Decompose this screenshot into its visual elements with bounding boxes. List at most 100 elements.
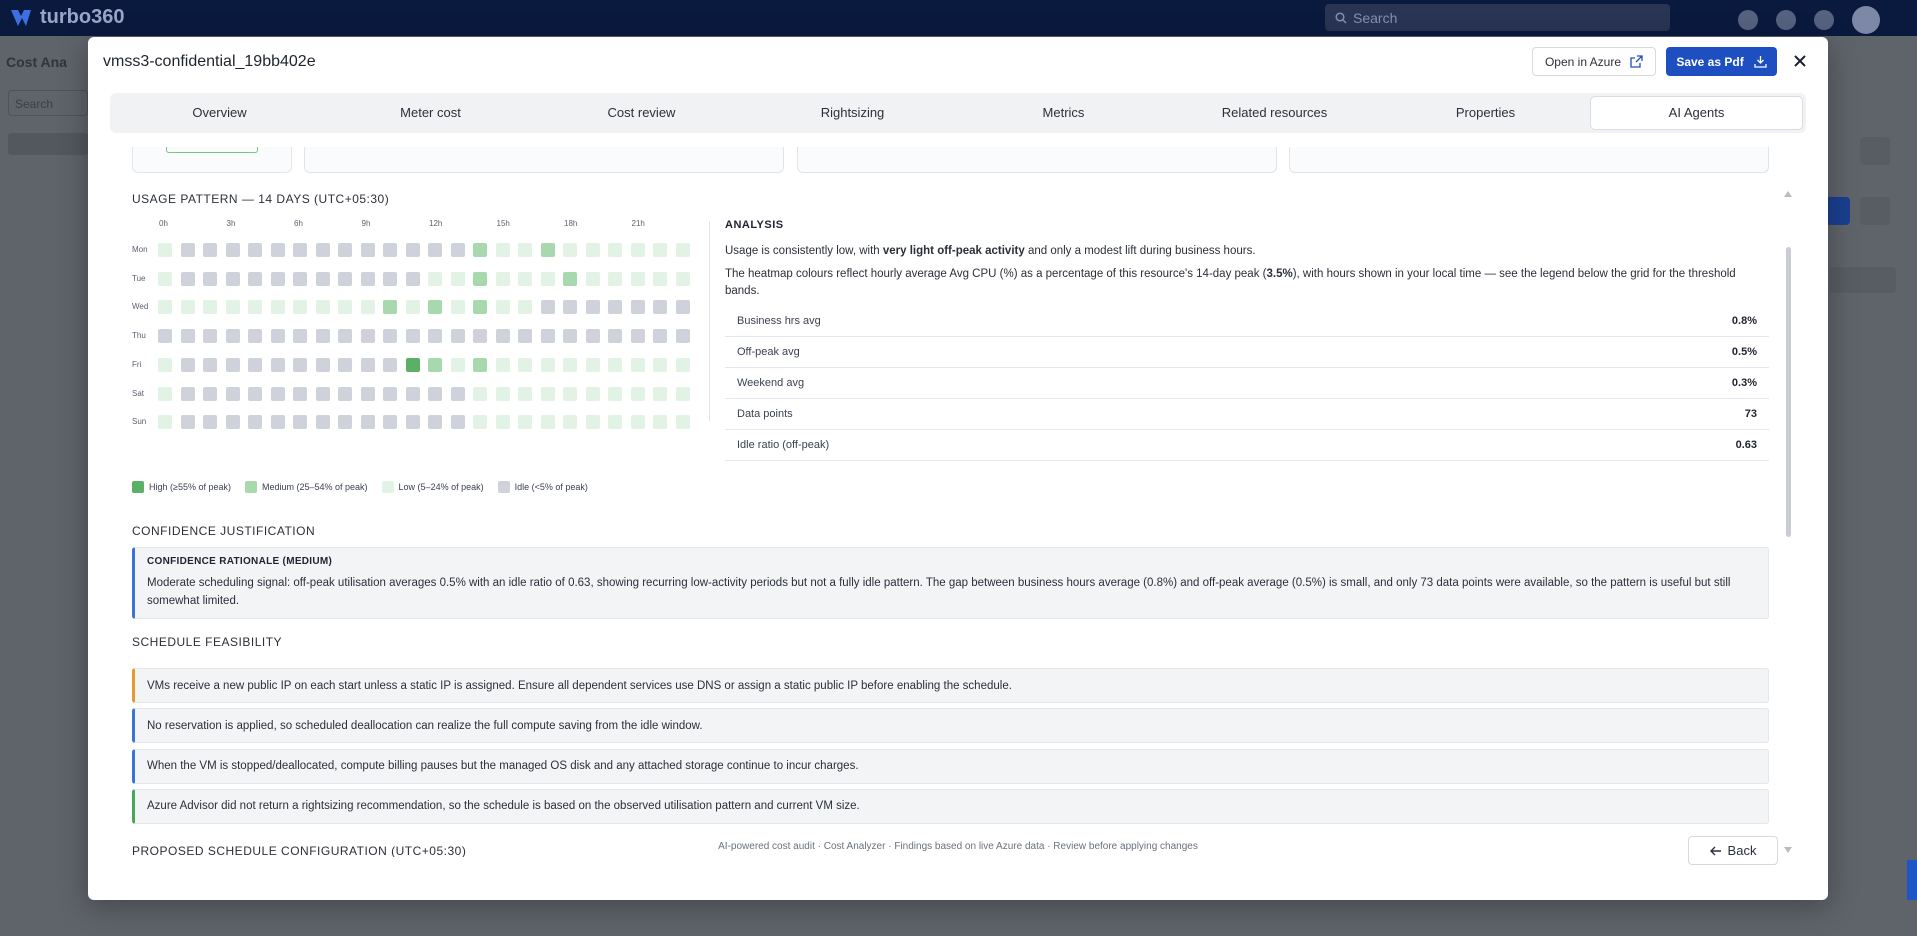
heatmap-cell[interactable] — [540, 415, 555, 430]
heatmap-cell[interactable] — [293, 271, 307, 286]
heatmap-cell[interactable] — [203, 357, 217, 372]
heatmap-cell[interactable] — [248, 271, 262, 286]
heatmap-cell[interactable] — [495, 357, 510, 372]
heatmap-cell[interactable] — [518, 300, 532, 315]
heatmap-cell[interactable] — [428, 386, 442, 401]
heatmap-cell[interactable] — [495, 415, 510, 430]
heatmap-cell[interactable] — [270, 386, 285, 401]
heatmap-cell[interactable] — [203, 243, 217, 257]
close-modal-button[interactable] — [1788, 49, 1812, 73]
heatmap-cell[interactable] — [180, 357, 195, 372]
heatmap-cell[interactable] — [518, 357, 532, 372]
heatmap-cell[interactable] — [248, 329, 262, 344]
heatmap-cell[interactable] — [180, 415, 195, 430]
heatmap-cell[interactable] — [225, 271, 240, 286]
heatmap-cell[interactable] — [203, 271, 217, 286]
heatmap-cell[interactable] — [608, 329, 622, 344]
heatmap-cell[interactable] — [248, 300, 262, 315]
heatmap-cell[interactable] — [540, 357, 555, 372]
heatmap-cell[interactable] — [248, 386, 262, 401]
heatmap-cell[interactable] — [293, 243, 307, 257]
heatmap-cell[interactable] — [405, 357, 420, 372]
heatmap-cell[interactable] — [428, 415, 442, 430]
heatmap-cell[interactable] — [270, 415, 285, 430]
heatmap-cell[interactable] — [293, 415, 307, 430]
heatmap-cell[interactable] — [225, 357, 240, 372]
heatmap-cell[interactable] — [338, 329, 352, 344]
heatmap-cell[interactable] — [158, 357, 172, 372]
heatmap-cell[interactable] — [203, 300, 217, 315]
heatmap-cell[interactable] — [675, 300, 690, 315]
heatmap-cell[interactable] — [540, 386, 555, 401]
heatmap-cell[interactable] — [585, 300, 600, 315]
heatmap-cell[interactable] — [473, 386, 487, 401]
heatmap-cell[interactable] — [293, 386, 307, 401]
heatmap-cell[interactable] — [270, 271, 285, 286]
heatmap-cell[interactable] — [360, 243, 375, 257]
heatmap-cell[interactable] — [473, 357, 487, 372]
heatmap-cell[interactable] — [450, 415, 465, 430]
heatmap-cell[interactable] — [518, 386, 532, 401]
tab-rightsizing[interactable]: Rightsizing — [747, 97, 958, 129]
heatmap-cell[interactable] — [225, 415, 240, 430]
heatmap-cell[interactable] — [563, 386, 577, 401]
heatmap-cell[interactable] — [495, 271, 510, 286]
heatmap-cell[interactable] — [450, 357, 465, 372]
heatmap-cell[interactable] — [675, 243, 690, 257]
heatmap-cell[interactable] — [563, 415, 577, 430]
heatmap-cell[interactable] — [675, 271, 690, 286]
heatmap-cell[interactable] — [540, 243, 555, 257]
heatmap-cell[interactable] — [405, 415, 420, 430]
heatmap-cell[interactable] — [630, 357, 645, 372]
announcement-icon[interactable] — [1738, 10, 1758, 30]
heatmap-cell[interactable] — [203, 386, 217, 401]
heatmap-cell[interactable] — [473, 243, 487, 257]
heatmap-cell[interactable] — [653, 300, 667, 315]
heatmap-cell[interactable] — [315, 329, 330, 344]
heatmap-cell[interactable] — [158, 243, 172, 257]
tab-cost-review[interactable]: Cost review — [536, 97, 747, 129]
heatmap-cell[interactable] — [270, 329, 285, 344]
heatmap-cell[interactable] — [293, 357, 307, 372]
heatmap-cell[interactable] — [225, 329, 240, 344]
heatmap-cell[interactable] — [495, 386, 510, 401]
heatmap-cell[interactable] — [608, 243, 622, 257]
heatmap-cell[interactable] — [585, 329, 600, 344]
heatmap-cell[interactable] — [630, 415, 645, 430]
tab-meter-cost[interactable]: Meter cost — [325, 97, 536, 129]
heatmap-cell[interactable] — [360, 386, 375, 401]
heatmap-cell[interactable] — [248, 357, 262, 372]
heatmap-cell[interactable] — [563, 329, 577, 344]
heatmap-cell[interactable] — [383, 329, 397, 344]
heatmap-cell[interactable] — [293, 300, 307, 315]
heatmap-cell[interactable] — [270, 243, 285, 257]
settings-gear-icon[interactable] — [1814, 10, 1834, 30]
heatmap-cell[interactable] — [630, 271, 645, 286]
heatmap-cell[interactable] — [315, 300, 330, 315]
heatmap-cell[interactable] — [338, 300, 352, 315]
heatmap-cell[interactable] — [518, 243, 532, 257]
heatmap-cell[interactable] — [360, 329, 375, 344]
heatmap-cell[interactable] — [630, 243, 645, 257]
heatmap-cell[interactable] — [180, 300, 195, 315]
heatmap-cell[interactable] — [315, 271, 330, 286]
heatmap-cell[interactable] — [248, 243, 262, 257]
heatmap-cell[interactable] — [585, 243, 600, 257]
heatmap-cell[interactable] — [585, 415, 600, 430]
heatmap-cell[interactable] — [225, 243, 240, 257]
heatmap-cell[interactable] — [428, 357, 442, 372]
heatmap-cell[interactable] — [518, 329, 532, 344]
heatmap-cell[interactable] — [383, 243, 397, 257]
heatmap-cell[interactable] — [405, 386, 420, 401]
heatmap-cell[interactable] — [540, 300, 555, 315]
heatmap-cell[interactable] — [675, 386, 690, 401]
heatmap-cell[interactable] — [450, 271, 465, 286]
heatmap-cell[interactable] — [315, 357, 330, 372]
heatmap-cell[interactable] — [428, 243, 442, 257]
notification-bell-icon[interactable] — [1776, 10, 1796, 30]
heatmap-cell[interactable] — [563, 357, 577, 372]
heatmap-cell[interactable] — [383, 300, 397, 315]
save-as-pdf-button[interactable]: Save as Pdf — [1666, 47, 1777, 76]
heatmap-cell[interactable] — [383, 271, 397, 286]
heatmap-cell[interactable] — [585, 386, 600, 401]
